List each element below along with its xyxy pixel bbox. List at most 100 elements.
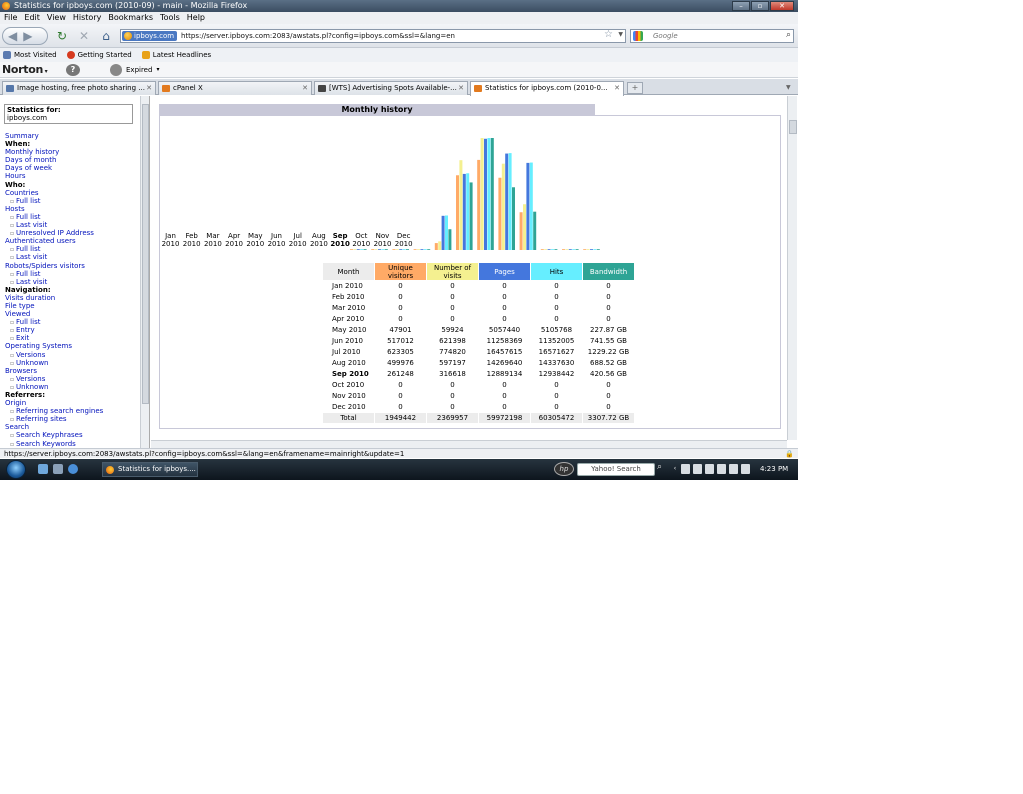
tab-wts-advertising[interactable]: [WTS] Advertising Spots Available-... ✕ [314,81,468,95]
left-menu-link[interactable]: Viewed [5,310,139,318]
left-menu-link[interactable]: Full list [5,270,139,278]
left-menu-link[interactable]: Search Keywords [5,440,139,448]
menu-file[interactable]: File [4,12,17,24]
left-scroll-thumb[interactable] [142,104,149,404]
url-dropdown-icon[interactable]: ▼ [618,31,623,38]
bookmark-most-visited[interactable]: Most Visited [3,48,57,62]
left-menu-link[interactable]: Search [5,423,139,431]
left-menu-link[interactable]: Countries [5,189,139,197]
left-menu-link[interactable]: Entry [5,326,139,334]
yahoo-search-magnifier-icon[interactable]: ⌕ [657,462,662,472]
close-tab-icon[interactable]: ✕ [146,82,152,94]
left-menu-link[interactable]: Referring sites [5,415,139,423]
tray-app-icon[interactable] [705,464,714,474]
help-icon[interactable]: ? [66,64,80,76]
tab-cpanel[interactable]: cPanel X ✕ [158,81,312,95]
left-menu-link[interactable]: Last visit [5,221,139,229]
volume-icon[interactable] [741,464,750,474]
left-menu-link[interactable]: Origin [5,399,139,407]
hp-logo-icon[interactable]: hp [554,462,574,476]
close-tab-icon[interactable]: ✕ [614,82,620,94]
menu-bookmarks[interactable]: Bookmarks [108,12,153,24]
minimize-button[interactable]: – [732,1,750,11]
menu-history[interactable]: History [73,12,101,24]
left-menu-link[interactable]: Full list [5,318,139,326]
cell-bandwidth: 3307.72 GB [583,413,634,423]
bookmark-latest-headlines[interactable]: Latest Headlines [141,48,211,62]
internet-explorer-icon[interactable] [68,464,78,474]
left-menu-link[interactable]: Authenticated users [5,237,139,245]
left-menu-link[interactable]: Visits duration [5,294,139,302]
left-menu-link[interactable]: Versions [5,351,139,359]
main-scroll-thumb[interactable] [789,120,797,134]
left-menu-link[interactable]: Hours [5,172,139,180]
site-identity-badge[interactable]: ipboys.com [122,31,178,41]
tray-app-icon[interactable] [717,464,726,474]
chart-bar-uv [434,243,438,250]
left-menu-link[interactable]: Unknown [5,359,139,367]
url-text[interactable]: https://server.ipboys.com:2083/awstats.p… [181,30,455,42]
main-frame-horizontal-scrollbar[interactable] [151,440,787,448]
left-frame-scrollbar[interactable] [140,96,149,448]
left-menu-link[interactable]: Summary [5,132,139,140]
left-menu-link[interactable]: Last visit [5,278,139,286]
norton-logo[interactable]: Norton ▾ [2,62,48,80]
left-menu-link[interactable]: Monthly history [5,148,139,156]
left-menu-link[interactable]: Full list [5,245,139,253]
left-menu-link[interactable]: Full list [5,197,139,205]
tray-app-icon[interactable] [681,464,690,474]
search-magnifier-icon[interactable]: ⌕ [786,30,791,40]
left-menu-link[interactable]: Days of week [5,164,139,172]
left-menu-link[interactable]: Hosts [5,205,139,213]
chart-year-label: 2010 [246,240,265,248]
left-menu-link[interactable]: Versions [5,375,139,383]
left-menu-link[interactable]: File type [5,302,139,310]
tab-list-icon[interactable]: ▼ [786,82,796,94]
menu-help[interactable]: Help [187,12,205,24]
clock[interactable]: 4:23 PM [760,459,788,480]
left-menu-link[interactable]: Exit [5,334,139,342]
bookmark-star-icon[interactable]: ☆ [604,29,613,40]
left-menu-link[interactable]: Full list [5,213,139,221]
left-menu-link[interactable]: Unknown [5,383,139,391]
tab-image-hosting[interactable]: Image hosting, free photo sharing ... ✕ [2,81,156,95]
close-tab-icon[interactable]: ✕ [458,82,464,94]
left-menu-link[interactable]: Search Keyphrases [5,431,139,439]
left-menu-link[interactable]: Referring search engines [5,407,139,415]
maximize-button[interactable]: ▫ [751,1,769,11]
left-menu-link[interactable]: Operating Systems [5,342,139,350]
taskbar-firefox-window[interactable]: Statistics for ipboys.... [102,462,198,477]
norton-expired-status[interactable]: Expired ▾ [110,62,159,78]
tray-app-icon[interactable] [693,464,702,474]
padlock-icon[interactable]: 🔒 [785,449,794,459]
menu-tools[interactable]: Tools [160,12,180,24]
cell-visits: 59924 [427,325,478,335]
switch-windows-icon[interactable] [53,464,63,474]
left-menu-link[interactable]: Last visit [5,253,139,261]
tab-statistics[interactable]: Statistics for ipboys.com (2010-0... ✕ [470,81,624,96]
left-menu-link[interactable]: Browsers [5,367,139,375]
main-frame-scrollbar[interactable] [787,96,797,440]
reload-button[interactable]: ↻ [54,28,70,44]
bookmark-getting-started[interactable]: Getting Started [66,48,132,62]
show-desktop-icon[interactable] [38,464,48,474]
tray-expand-icon[interactable]: ‹ [672,464,678,474]
yahoo-search-box[interactable]: Yahoo! Search [577,463,655,476]
stop-button[interactable]: ✕ [76,28,92,44]
network-icon[interactable] [729,464,738,474]
menu-edit[interactable]: Edit [24,12,40,24]
left-menu-link[interactable]: Robots/Spiders visitors [5,262,139,270]
url-bar[interactable]: ipboys.com https://server.ipboys.com:208… [120,29,626,43]
home-button[interactable]: ⌂ [98,28,114,44]
close-tab-icon[interactable]: ✕ [302,82,308,94]
back-forward-button[interactable]: ◀ ▶ [2,27,48,45]
cell-bandwidth: 741.55 GB [583,336,634,346]
left-menu-link[interactable]: Days of month [5,156,139,164]
google-icon[interactable] [633,31,643,41]
left-menu-link[interactable]: Unresolved IP Address [5,229,139,237]
new-tab-button[interactable]: + [627,82,643,94]
close-window-button[interactable]: ✕ [770,1,794,11]
search-input[interactable] [653,30,783,42]
menu-view[interactable]: View [47,12,66,24]
start-button[interactable] [6,460,26,479]
